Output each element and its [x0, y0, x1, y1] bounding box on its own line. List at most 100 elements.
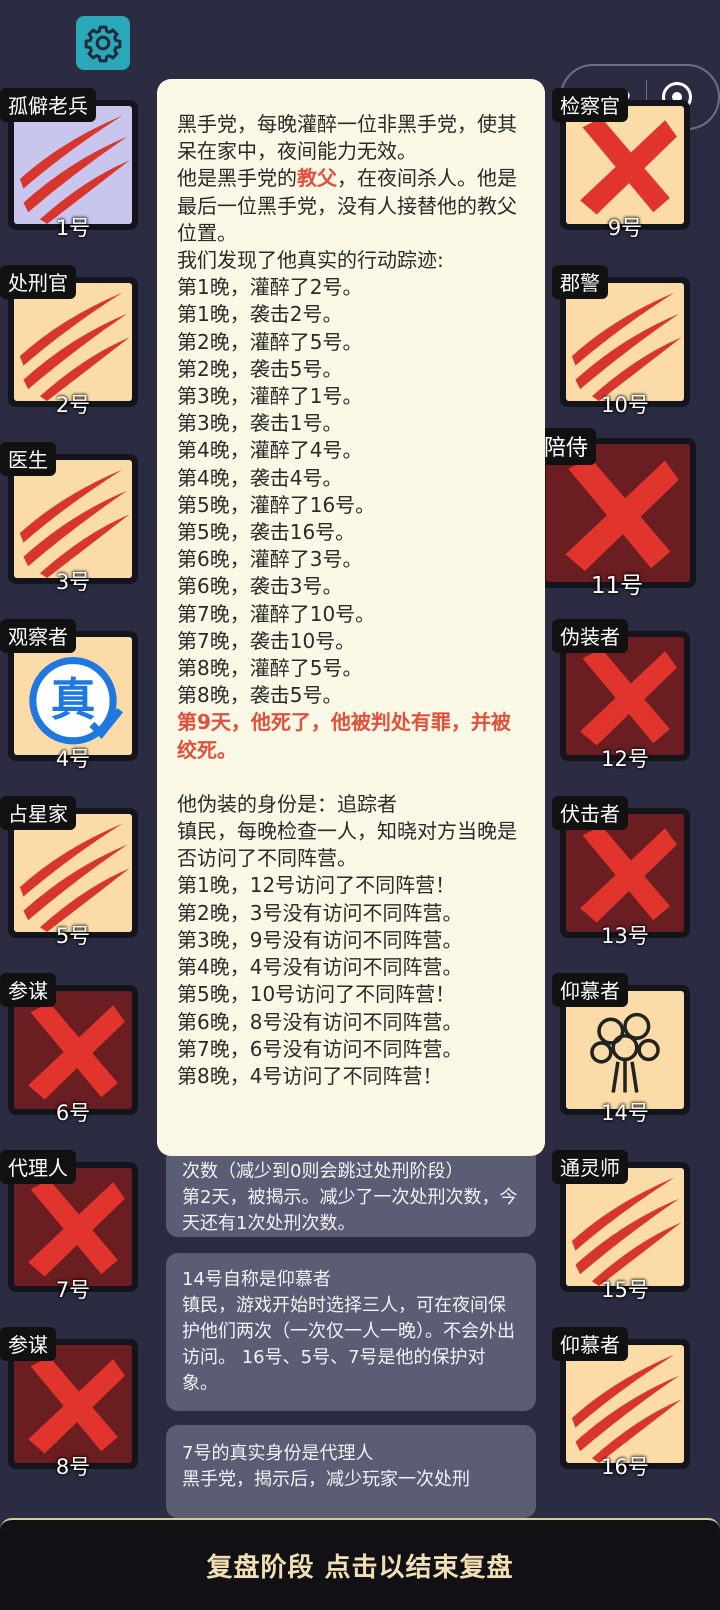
- role-description: 黑手党，每晚灌醉一位非黑手党，使其呆在家中，夜间能力无效。: [177, 112, 517, 164]
- player-number: 9号: [607, 216, 643, 240]
- action-entry: 第5晚，袭击16号。: [177, 520, 356, 545]
- role-highlight: 教父: [297, 166, 337, 191]
- player-role-label: 占星家: [0, 796, 76, 830]
- action-entry: 第5晚，灌醉了16号。: [177, 492, 376, 517]
- player-number: 6号: [55, 1101, 91, 1125]
- player-number: 5号: [55, 924, 91, 948]
- role-detail-popup[interactable]: 黑手党，每晚灌醉一位非黑手党，使其呆在家中，夜间能力无效。 他是黑手党的教父，在…: [157, 79, 545, 1156]
- player-card[interactable]: 参谋 8号: [0, 1327, 140, 1479]
- player-role-label: 观察者: [0, 619, 76, 653]
- player-role-label: 处刑官: [0, 265, 76, 299]
- check-entry: 第1晚，12号访问了不同阵营！: [177, 873, 456, 898]
- player-card[interactable]: 陪侍 11号: [536, 428, 698, 603]
- player-role-label: 医生: [0, 442, 56, 476]
- settings-button[interactable]: [76, 16, 130, 70]
- action-entry: 第2晚，灌醉了5号。: [177, 329, 363, 354]
- player-number: 2号: [55, 393, 91, 417]
- player-card[interactable]: 通灵师 15号: [552, 1150, 692, 1302]
- action-entry: 第6晚，袭击3号。: [177, 574, 343, 599]
- claw-slash-icon: [571, 1177, 682, 1286]
- log-card: 14号自称是仰慕者 镇民，游戏开始时选择三人，可在夜间保护他们两次（一次仅一人一…: [166, 1253, 536, 1411]
- player-card[interactable]: 医生 3号: [0, 442, 140, 594]
- action-entry: 第1晚，灌醉了2号。: [177, 275, 363, 300]
- check-entry: 第8晚，4号访问了不同阵营！: [177, 1063, 443, 1088]
- bouquet-icon: [590, 1012, 660, 1093]
- log-text: 14号自称是仰慕者 镇民，游戏开始时选择三人，可在夜间保护他们两次（一次仅一人一…: [182, 1269, 515, 1394]
- player-card[interactable]: 处刑官 2号: [0, 265, 140, 417]
- claw-slash-icon: [19, 292, 130, 401]
- action-entry: 第3晚，袭击1号。: [177, 411, 343, 436]
- player-card[interactable]: 孤僻老兵 1号: [0, 88, 140, 240]
- player-card[interactable]: 仰慕者 14号: [552, 973, 692, 1125]
- cross-mark-icon: [28, 1002, 125, 1100]
- check-entry: 第4晚，4号没有访问不同阵营。: [177, 955, 463, 980]
- check-list: 第1晚，12号访问了不同阵营！ 第2晚，3号没有访问不同阵营。 第3晚，9号没有访问…: [177, 872, 527, 1090]
- cross-mark-icon: [580, 825, 677, 923]
- player-card[interactable]: 检察官 9号: [552, 88, 692, 240]
- player-card[interactable]: 伏击者 13号: [552, 796, 692, 948]
- player-card[interactable]: 郡警 10号: [552, 265, 692, 417]
- svg-text:真: 真: [51, 673, 96, 726]
- action-list: 第1晚，灌醉了2号。 第1晚，袭击2号。 第2晚，灌醉了5号。 第2晚，袭击5号。 第3…: [177, 274, 527, 709]
- disguise-title: 他伪装的身份是：追踪者: [177, 791, 397, 816]
- cross-mark-icon: [580, 648, 677, 746]
- player-number: 12号: [601, 747, 649, 771]
- player-card[interactable]: 伪装者 12号: [552, 619, 692, 771]
- player-role-label: 参谋: [0, 1327, 56, 1361]
- end-review-button[interactable]: 复盘阶段 点击以结束复盘: [0, 1518, 720, 1610]
- claw-slash-icon: [571, 1354, 682, 1463]
- log-text: 7号的真实身份是代理人 黑手党，揭示后，减少玩家一次处刑: [182, 1443, 470, 1490]
- player-role-label: 通灵师: [552, 1150, 628, 1184]
- player-role-label: 孤僻老兵: [0, 88, 96, 122]
- player-role-label: 仰慕者: [552, 973, 628, 1007]
- claw-slash-icon: [19, 469, 130, 578]
- player-card[interactable]: 占星家 5号: [0, 796, 140, 948]
- role-identity: 他是黑手党的教父，在夜间杀人。他是最后一位黑手党，没有人接替他的教父位置。: [177, 166, 517, 245]
- player-number: 16号: [601, 1455, 649, 1479]
- player-role-label: 伪装者: [552, 619, 628, 653]
- action-entry: 第1晚，袭击2号。: [177, 302, 343, 327]
- player-number: 8号: [55, 1455, 91, 1479]
- claw-slash-icon: [19, 823, 130, 932]
- player-number: 1号: [55, 216, 91, 240]
- claw-slash-icon: [19, 115, 130, 224]
- player-number: 7号: [55, 1278, 91, 1302]
- player-card[interactable]: 代理人 7号: [0, 1150, 140, 1302]
- player-role-label: 伏击者: [552, 796, 628, 830]
- player-card[interactable]: 仰慕者 16号: [552, 1327, 692, 1479]
- action-entry: 第2晚，袭击5号。: [177, 356, 343, 381]
- disguise-description: 镇民，每晚检查一人，知晓对方当晚是否访问了不同阵营。: [177, 819, 517, 871]
- end-review-label: 复盘阶段 点击以结束复盘: [206, 1552, 514, 1583]
- log-card: 7号的真实身份是代理人 黑手党，揭示后，减少玩家一次处刑: [166, 1425, 536, 1518]
- player-number: 4号: [55, 747, 91, 771]
- cross-mark-icon: [580, 117, 677, 215]
- player-number: 10号: [601, 393, 649, 417]
- action-entry: 第7晚，袭击10号。: [177, 628, 356, 653]
- log-text: 次数（减少到0则会跳过处刑阶段） 第2天，被揭示。减少了一次处刑次数，今天还有1…: [182, 1161, 518, 1234]
- player-number: 13号: [601, 924, 649, 948]
- player-role-label: 检察官: [552, 88, 628, 122]
- verified-badge-icon: 真: [29, 657, 123, 745]
- action-entry: 第8晚，袭击5号。: [177, 683, 343, 708]
- death-summary: 第9天，他死了，他被判处有罪，并被绞死。: [177, 710, 511, 762]
- trace-title: 我们发现了他真实的行动踪迹:: [177, 248, 444, 273]
- player-role-label: 陪侍: [536, 428, 597, 465]
- player-number: 15号: [601, 1278, 649, 1302]
- player-role-label: 郡警: [552, 265, 608, 299]
- gear-icon: [84, 25, 122, 63]
- action-entry: 第4晚，灌醉了4号。: [177, 438, 363, 463]
- cross-mark-icon: [28, 1179, 125, 1277]
- player-number: 3号: [55, 570, 91, 594]
- player-role-label: 参谋: [0, 973, 56, 1007]
- check-entry: 第2晚，3号没有访问不同阵营。: [177, 900, 463, 925]
- action-entry: 第3晚，灌醉了1号。: [177, 384, 363, 409]
- player-card[interactable]: 真 观察者 4号: [0, 619, 140, 771]
- action-entry: 第4晚，袭击4号。: [177, 465, 343, 490]
- player-card[interactable]: 参谋 6号: [0, 973, 140, 1125]
- check-entry: 第5晚，10号访问了不同阵营！: [177, 982, 456, 1007]
- check-entry: 第3晚，9号没有访问不同阵营。: [177, 927, 463, 952]
- log-card: 次数（减少到0则会跳过处刑阶段） 第2天，被揭示。减少了一次处刑次数，今天还有1…: [166, 1145, 536, 1237]
- player-number: 14号: [601, 1101, 649, 1125]
- action-entry: 第8晚，灌醉了5号。: [177, 656, 363, 681]
- check-entry: 第7晚，6号没有访问不同阵营。: [177, 1036, 463, 1061]
